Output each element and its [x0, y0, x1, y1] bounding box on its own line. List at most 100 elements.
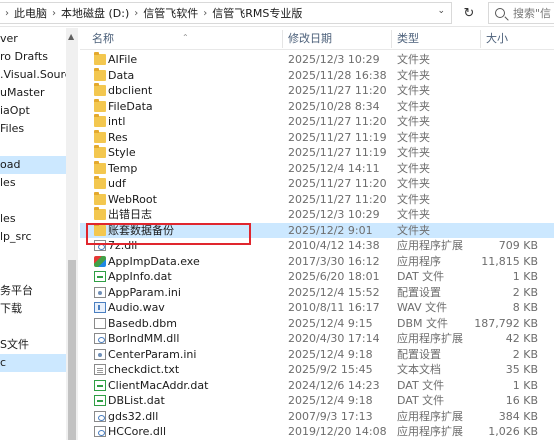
search-input[interactable]: 搜索"信 — [488, 2, 554, 24]
file-modified-date: 2025/12/4 9:15 — [288, 316, 373, 330]
nav-item[interactable]: oad — [0, 156, 66, 174]
nav-item[interactable]: uMaster — [0, 84, 66, 102]
column-header-name[interactable]: 名称 ⌃ — [80, 28, 282, 50]
table-row[interactable]: AppParam.ini 2025/12/4 15:52 配置设置 2 KB — [80, 285, 554, 301]
table-row[interactable]: Audio.wav 2010/8/11 16:17 WAV 文件 8 KB — [80, 300, 554, 316]
nav-item[interactable]: ver — [0, 30, 66, 48]
file-name: Basedb.dbm — [108, 316, 177, 330]
file-type: 应用程序扩展 — [397, 332, 463, 345]
table-row[interactable]: dbclient 2025/11/27 11:20 文件夹 — [80, 83, 554, 99]
file-modified-date: 2025/11/28 16:38 — [288, 68, 387, 82]
nav-item[interactable]: les — [0, 174, 66, 192]
file-size: 42 KB — [505, 332, 538, 345]
table-row[interactable]: DBList.dat 2025/12/4 9:18 DAT 文件 16 KB — [80, 393, 554, 409]
nav-item[interactable]: ro Drafts — [0, 48, 66, 66]
breadcrumb-chevron-icon[interactable]: › — [52, 8, 56, 19]
table-row[interactable]: Res 2025/11/27 11:19 文件夹 — [80, 129, 554, 146]
table-row[interactable]: 7z.dll 2010/4/12 14:38 应用程序扩展 709 KB — [80, 238, 554, 254]
file-type: 文本文档 — [397, 363, 441, 376]
file-modified-date: 2024/12/6 14:23 — [288, 378, 380, 392]
file-type: 应用程序 — [397, 254, 441, 268]
nav-item[interactable] — [0, 318, 66, 336]
nav-item[interactable]: 下载 — [0, 300, 66, 318]
nav-item[interactable]: iaOpt — [0, 102, 66, 120]
table-row[interactable]: Data 2025/11/28 16:38 文件夹 — [80, 67, 554, 84]
table-row[interactable]: checkdict.txt 2025/9/2 15:45 文本文档 35 KB — [80, 362, 554, 378]
nav-item[interactable]: lp_src — [0, 228, 66, 246]
file-size: 35 KB — [505, 363, 538, 376]
table-row[interactable]: Style 2025/11/27 11:19 文件夹 — [80, 145, 554, 161]
table-row[interactable]: BorlndMM.dll 2020/4/30 17:14 应用程序扩展 42 KB — [80, 331, 554, 347]
folder-icon — [94, 83, 106, 96]
breadcrumb-chevron-icon[interactable]: › — [134, 8, 138, 19]
file-size: 16 KB — [505, 394, 538, 407]
nav-item[interactable]: les — [0, 210, 66, 228]
file-type: 文件夹 — [397, 146, 430, 159]
file-modified-date: 2025/11/27 11:19 — [288, 146, 387, 159]
file-list: 名称 ⌃ 修改日期 类型 大小 AIFile 2025/12/3 10:29 文件夹… — [80, 28, 554, 440]
column-header-date[interactable]: 修改日期 — [282, 28, 391, 50]
breadcrumb-item[interactable]: 信管飞软件 — [143, 5, 198, 21]
navigation-scrollbar-thumb[interactable] — [68, 260, 76, 440]
file-type: DAT 文件 — [397, 378, 445, 392]
table-row[interactable]: intl 2025/11/27 11:20 文件夹 — [80, 114, 554, 130]
table-row[interactable]: HCCore.dll 2019/12/20 14:08 应用程序扩展 1,026 KB — [80, 424, 554, 440]
navigation-pane[interactable]: verro Drafts.Visual.SourceSuMasteriaOptF… — [0, 28, 66, 440]
breadcrumb-item[interactable]: 此电脑 — [14, 5, 47, 21]
search-placeholder: 搜索"信 — [513, 7, 552, 20]
file-size: 1,026 KB — [488, 425, 538, 438]
file-type: 文件夹 — [397, 68, 430, 82]
address-bar[interactable]: › 此电脑 › 本地磁盘 (D:) › 信管飞软件 › 信管飞RMS专业版 ⌄ — [0, 2, 452, 24]
file-name: BorlndMM.dll — [108, 332, 180, 345]
column-header-type[interactable]: 类型 — [391, 28, 480, 50]
file-name: AppParam.ini — [108, 285, 181, 299]
nav-item[interactable]: 务平台 — [0, 282, 66, 300]
nav-item[interactable]: S文件 — [0, 336, 66, 354]
dat-file-icon — [94, 271, 106, 282]
sort-ascending-icon: ⌃ — [182, 33, 189, 42]
file-modified-date: 2025/10/28 8:34 — [288, 99, 380, 113]
ini-file-icon — [94, 286, 106, 298]
table-row[interactable]: AIFile 2025/12/3 10:29 文件夹 — [80, 52, 554, 68]
file-modified-date: 2025/12/4 9:18 — [288, 347, 373, 361]
table-row[interactable]: ClientMacAddr.dat 2024/12/6 14:23 DAT 文件 1 … — [80, 378, 554, 394]
file-type: 应用程序扩展 — [397, 409, 463, 423]
table-row[interactable]: WebRoot 2025/11/27 11:20 文件夹 — [80, 191, 554, 208]
breadcrumb-item[interactable]: 信管飞RMS专业版 — [212, 5, 302, 21]
address-history-dropdown-icon[interactable]: ⌄ — [437, 6, 445, 16]
folder-icon — [94, 191, 106, 205]
navigation-scrollbar[interactable]: ▲ — [66, 28, 78, 440]
table-row[interactable]: AppImpData.exe 2017/3/30 16:12 应用程序 11,815 … — [80, 254, 554, 270]
table-row[interactable]: 出错日志 2025/12/3 10:29 文件夹 — [80, 207, 554, 223]
breadcrumb-chevron-icon[interactable]: › — [203, 8, 207, 19]
file-type: 文件夹 — [397, 99, 430, 113]
breadcrumb-chevron-icon[interactable]: › — [5, 8, 9, 19]
file-type: 配置设置 — [397, 347, 441, 361]
table-row[interactable]: 账套数据备份 2025/12/2 9:01 文件夹 — [80, 222, 554, 238]
table-row[interactable]: gds32.dll 2007/9/3 17:13 应用程序扩展 384 KB — [80, 409, 554, 425]
table-row[interactable]: udf 2025/11/27 11:20 文件夹 — [80, 176, 554, 192]
file-size: 709 KB — [498, 239, 538, 252]
nav-item[interactable]: Files — [0, 120, 66, 138]
file-modified-date: 2025/11/27 11:20 — [288, 84, 387, 97]
file-name: Style — [108, 146, 136, 159]
dat-file-icon — [94, 379, 106, 391]
wav-file-icon — [94, 302, 106, 313]
column-header-size[interactable]: 大小 — [480, 28, 554, 50]
file-type: 文件夹 — [397, 53, 430, 66]
table-row[interactable]: Basedb.dbm 2025/12/4 9:15 DBM 文件 187,792 KB — [80, 316, 554, 332]
breadcrumb-item[interactable]: 本地磁盘 (D:) — [61, 5, 129, 21]
nav-item[interactable]: .Visual.SourceS — [0, 66, 66, 84]
file-name: AIFile — [108, 53, 138, 66]
table-row[interactable]: CenterParam.ini 2025/12/4 9:18 配置设置 2 KB — [80, 347, 554, 363]
table-row[interactable]: FileData 2025/10/28 8:34 文件夹 — [80, 98, 554, 115]
table-row[interactable]: Temp 2025/12/4 14:11 文件夹 — [80, 160, 554, 177]
column-header-name-label: 名称 — [92, 32, 114, 45]
file-modified-date: 2025/12/2 9:01 — [288, 223, 373, 237]
refresh-icon[interactable]: ↻ — [458, 2, 480, 24]
nav-item[interactable]: c — [0, 354, 66, 372]
scroll-up-icon[interactable]: ▲ — [68, 32, 74, 41]
table-row[interactable]: AppInfo.dat 2025/6/20 18:01 DAT 文件 1 KB — [80, 269, 554, 285]
file-name: 7z.dll — [108, 239, 138, 252]
nav-item[interactable] — [0, 246, 66, 264]
